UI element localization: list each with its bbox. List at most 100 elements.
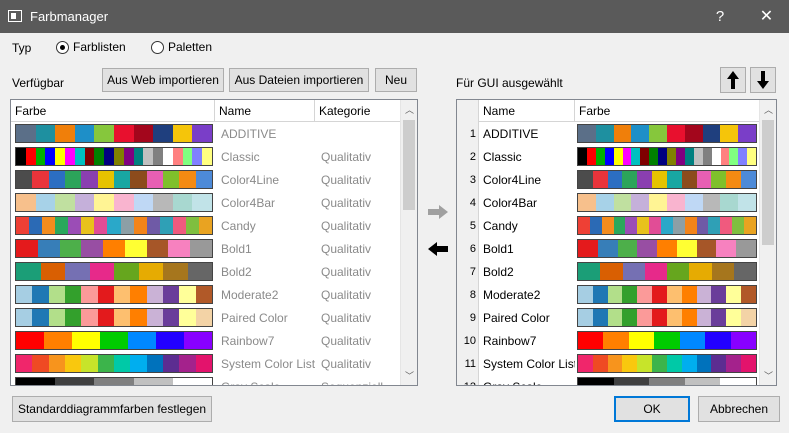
scroll-down-icon[interactable]: ﹀: [760, 368, 776, 385]
swatch-color: [666, 125, 685, 142]
move-down-button[interactable]: [750, 67, 776, 93]
swatch-color: [16, 217, 30, 234]
web-import-button[interactable]: Aus Web importieren: [102, 68, 224, 92]
swatch-color: [130, 286, 147, 303]
swatch-color: [195, 171, 212, 188]
swatch-color: [738, 125, 756, 142]
right-list-scrollbar[interactable]: ︿ ﹀: [759, 100, 776, 385]
new-button[interactable]: Neu: [375, 68, 417, 92]
swatch-color: [675, 148, 685, 165]
swatch-color: [113, 355, 131, 372]
column-header-category[interactable]: Kategorie: [315, 100, 400, 121]
list-item[interactable]: 11 System Color List: [457, 352, 757, 375]
scroll-down-icon[interactable]: ﹀: [401, 368, 417, 385]
close-button[interactable]: ✕: [744, 0, 789, 33]
scroll-up-icon[interactable]: ︿: [401, 102, 417, 119]
swatch-color: [55, 378, 95, 385]
list-item[interactable]: Bold2 Qualitativ: [15, 260, 402, 283]
swatch-color: [622, 309, 638, 326]
list-item[interactable]: System Color List Qualitativ: [15, 352, 402, 375]
list-item[interactable]: Rainbow7 Qualitativ: [15, 329, 402, 352]
list-item[interactable]: Moderate2 Qualitativ: [15, 283, 402, 306]
radio-farblisten[interactable]: Farblisten: [56, 40, 126, 54]
list-item[interactable]: 2 Classic: [457, 145, 757, 168]
swatch-color: [64, 355, 82, 372]
swatch-color: [40, 263, 65, 280]
swatch-color: [637, 171, 653, 188]
swatch-color: [589, 217, 602, 234]
swatch-color: [711, 355, 727, 372]
swatch-color: [637, 309, 653, 326]
swatch-color: [652, 309, 667, 326]
list-item[interactable]: Gray ScaleSequenziell: [15, 375, 402, 385]
palette-category: Qualitativ: [321, 195, 372, 210]
row-number: 11: [464, 357, 476, 370]
swatch-color: [637, 355, 653, 372]
list-item[interactable]: 7 Bold2: [457, 260, 757, 283]
palette-name: Moderate2: [483, 287, 541, 302]
swatch-color: [138, 263, 163, 280]
arrow-right-icon: [428, 205, 448, 219]
swatch-color: [637, 217, 650, 234]
swatch-color: [32, 286, 49, 303]
column-header-color-selected[interactable]: Farbe: [575, 100, 759, 121]
swatch-color: [693, 148, 703, 165]
swatch-color: [578, 286, 593, 303]
swatch-color: [592, 171, 608, 188]
list-item[interactable]: 8 Moderate2: [457, 283, 757, 306]
swatch-color: [631, 148, 641, 165]
list-item[interactable]: 12Gray Scale: [457, 375, 757, 385]
list-item[interactable]: 5 Candy: [457, 214, 757, 237]
swatch-color: [649, 217, 662, 234]
palette-name: ADDITIVE: [221, 126, 277, 141]
swatch-color: [578, 378, 614, 385]
swatch-color: [192, 148, 203, 165]
swatch-color: [113, 171, 131, 188]
palette-swatch: [15, 124, 213, 143]
palette-category: Qualitativ: [321, 241, 372, 256]
list-item[interactable]: 3 Color4Line: [457, 168, 757, 191]
row-number: 4: [469, 196, 476, 209]
set-default-colors-button[interactable]: Standarddiagrammfarben festlegen: [12, 396, 212, 422]
swatch-color: [35, 148, 46, 165]
cancel-button[interactable]: Abbrechen: [698, 396, 780, 422]
available-palettes-list[interactable]: Farbe Name Kategorie ADDITIVE Classic Qual…: [10, 99, 418, 386]
column-header-color[interactable]: Farbe: [11, 100, 215, 121]
file-import-button[interactable]: Aus Dateien importieren: [229, 68, 369, 92]
remove-from-selection-button[interactable]: [425, 237, 451, 261]
radio-selected-indicator: [56, 40, 69, 54]
list-item[interactable]: 9 Paired Color: [457, 306, 757, 329]
palette-swatch: [577, 377, 757, 385]
left-list-scrollbar[interactable]: ︿ ﹀: [400, 100, 417, 385]
list-item[interactable]: 10 Rainbow7: [457, 329, 757, 352]
list-item[interactable]: Classic Qualitativ: [15, 145, 402, 168]
list-item[interactable]: 6 Bold1: [457, 237, 757, 260]
swatch-color: [613, 194, 632, 211]
add-to-selection-button[interactable]: [425, 200, 451, 224]
move-up-button[interactable]: [720, 67, 746, 93]
list-item[interactable]: Candy Qualitativ: [15, 214, 402, 237]
selected-palettes-list[interactable]: Name Farbe 1 ADDITIVE 2 Classic 3 Color4Line 4…: [456, 99, 777, 386]
swatch-color: [711, 286, 727, 303]
list-item[interactable]: Bold1 Qualitativ: [15, 237, 402, 260]
list-item[interactable]: Color4Bar Qualitativ: [15, 191, 402, 214]
column-header-name[interactable]: Name: [215, 100, 315, 121]
help-button[interactable]: ?: [700, 0, 740, 33]
list-item[interactable]: Paired Color Qualitativ: [15, 306, 402, 329]
list-item[interactable]: Color4Line Qualitativ: [15, 168, 402, 191]
swatch-color: [681, 286, 697, 303]
scroll-thumb[interactable]: [403, 120, 415, 210]
scroll-thumb[interactable]: [762, 120, 774, 245]
list-item[interactable]: 1 ADDITIVE: [457, 122, 757, 145]
list-item[interactable]: ADDITIVE: [15, 122, 402, 145]
swatch-color: [667, 263, 690, 280]
radio-paletten[interactable]: Paletten: [151, 40, 212, 54]
list-item[interactable]: 4 Color4Bar: [457, 191, 757, 214]
swatch-color: [159, 217, 173, 234]
column-header-name-selected[interactable]: Name: [479, 100, 575, 121]
scroll-up-icon[interactable]: ︿: [760, 102, 776, 119]
palette-category: Qualitativ: [321, 356, 372, 371]
swatch-color: [16, 378, 56, 385]
swatch-color: [720, 148, 730, 165]
ok-button[interactable]: OK: [614, 396, 690, 422]
